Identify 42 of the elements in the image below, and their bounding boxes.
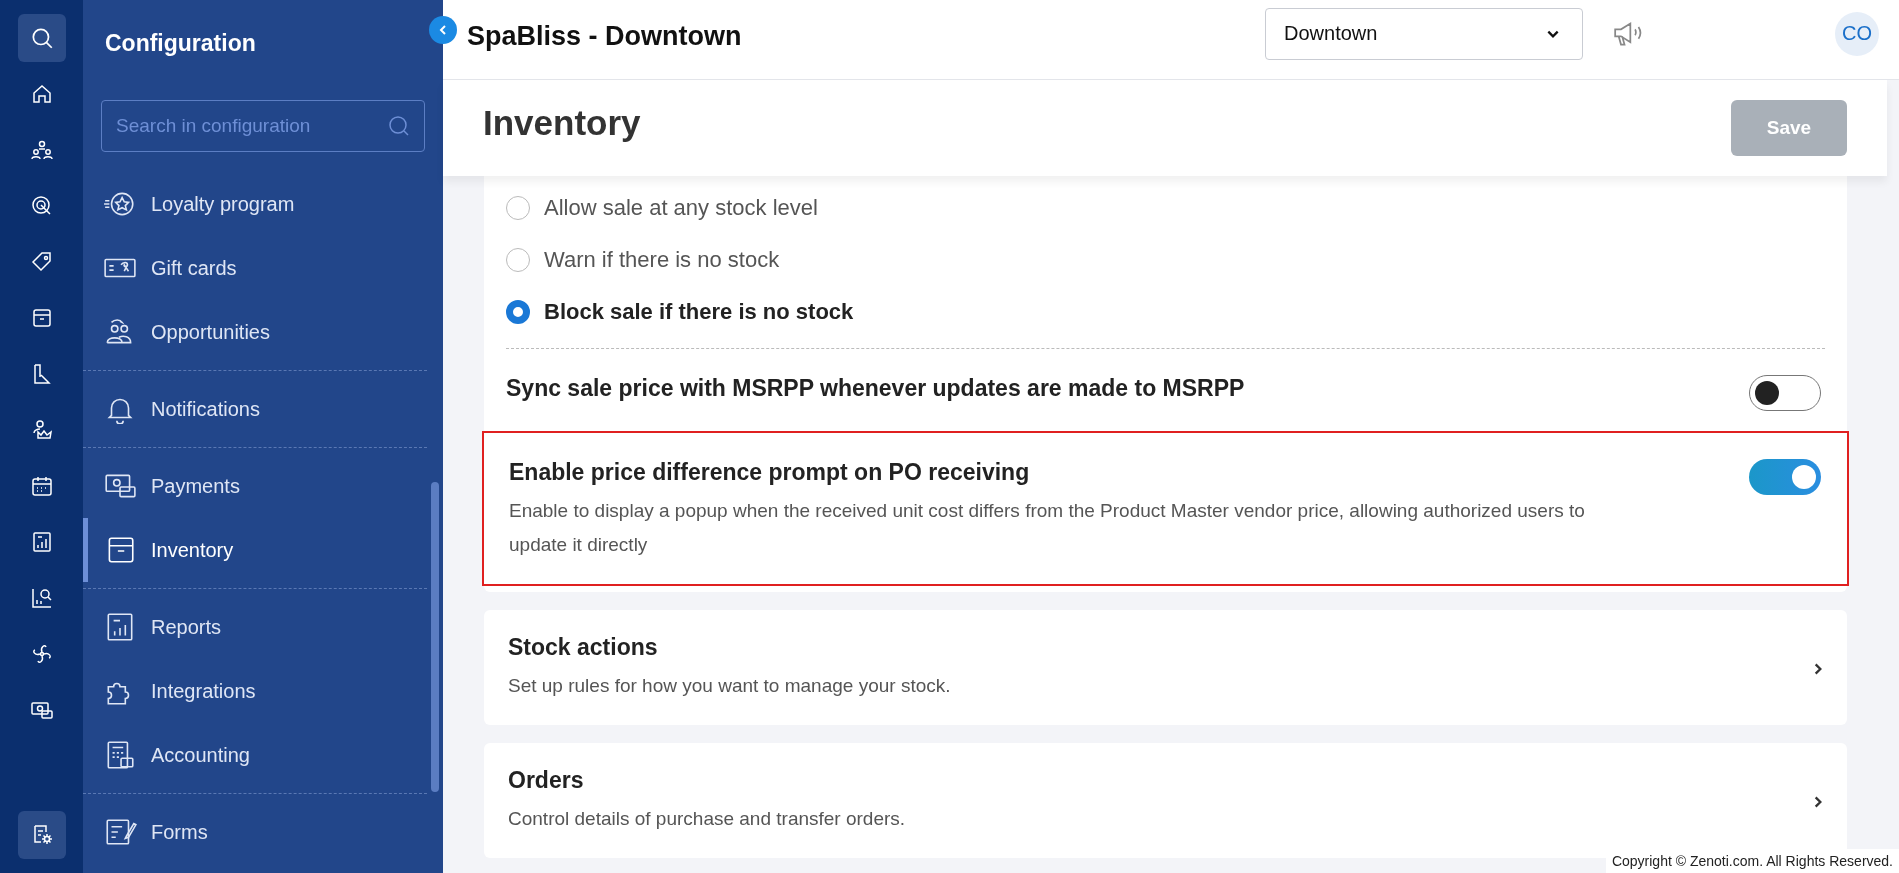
section-title: Orders <box>508 767 585 794</box>
sidebar-item[interactable]: Inventory <box>83 518 427 582</box>
section-title: Stock actions <box>508 634 659 661</box>
setting-title: Sync sale price with MSRPP whenever updates are made to MSRPP <box>506 375 1245 402</box>
toggle-switch[interactable] <box>1749 459 1821 495</box>
copyright-text: Copyright © Zenoti.com. All Rights Reserved. <box>1605 849 1899 873</box>
section-description: Set up rules for how you want to manage your stock. <box>508 674 951 698</box>
calendar-icon <box>29 474 54 498</box>
settings-button[interactable] <box>17 811 66 859</box>
form-icon <box>103 817 137 847</box>
people-icon <box>29 138 54 162</box>
sidebar-item[interactable]: Integrations <box>83 659 427 723</box>
sidebar-item[interactable]: Loyalty program <box>83 172 427 236</box>
user-avatar[interactable]: CO <box>1835 11 1879 56</box>
sidebar-item[interactable]: Forms <box>83 800 427 864</box>
radio-label: Block sale if there is no stock <box>544 299 854 325</box>
chevron-left-icon <box>437 24 449 36</box>
collapse-button[interactable] <box>429 16 457 44</box>
tag-icon <box>29 250 54 274</box>
sidebar-item[interactable]: Notifications <box>83 377 427 441</box>
sidebar-title: Configuration <box>104 29 257 58</box>
radio-label: Warn if there is no stock <box>544 247 780 273</box>
section-description: Control details of purchase and transfer orders. <box>508 807 906 831</box>
search-icon <box>387 114 411 138</box>
sidebar-item[interactable]: Accounting <box>83 723 427 787</box>
toggle-switch[interactable] <box>1749 375 1821 411</box>
setting-description: Enable to display a popup when the received unit cost differs from the Product Master vendor price, allowing authorized users to update it directly <box>509 499 1586 557</box>
scrollbar-thumb[interactable] <box>431 482 439 792</box>
business-title: SpaBliss - Downtown <box>467 21 743 52</box>
setting-title: Enable price difference prompt on PO receiving <box>509 459 1031 486</box>
chart-search-icon <box>29 586 54 610</box>
search-button[interactable] <box>17 14 66 62</box>
radio-label: Allow sale at any stock level <box>544 195 818 221</box>
page-title: Inventory <box>483 103 641 143</box>
location-dropdown[interactable]: Downtown <box>1265 7 1583 60</box>
sidebar-item[interactable]: Reports <box>83 595 427 659</box>
sidebar-item[interactable]: Opportunities <box>83 300 427 364</box>
radio-button[interactable] <box>506 300 530 324</box>
section-card[interactable]: Stock actions Set up rules for how you want to manage your stock. <box>484 610 1847 725</box>
sidebar-item[interactable]: Gift cards <box>83 236 427 300</box>
sidebar-item[interactable]: Payments <box>83 454 427 518</box>
search-field[interactable]: Search in configuration <box>101 100 425 152</box>
